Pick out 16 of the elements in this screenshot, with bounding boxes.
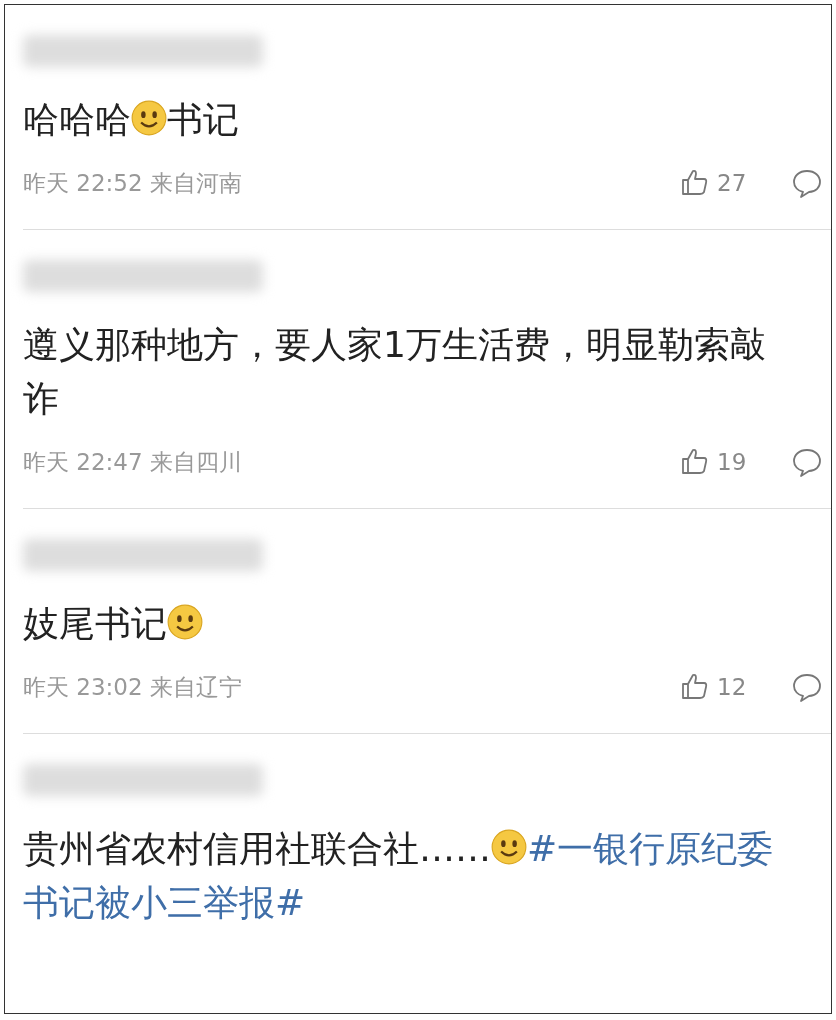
comment-text: 贵州省农村信用社联合社…… #一银行原纪委书记被小三举报# (23, 827, 775, 925)
like-count: 19 (717, 449, 747, 475)
comment-icon[interactable] (791, 167, 823, 199)
emoji-icon (131, 100, 167, 136)
comment-time: 昨天 23:02 来自辽宁 (23, 672, 243, 702)
comment-text: 妓尾书记 (23, 597, 831, 651)
comment-icon[interactable] (791, 671, 823, 703)
like-count: 27 (717, 170, 747, 196)
comment-text: 遵义那种地方，要人家1万生活费，明显勒索敲诈 (23, 323, 767, 421)
like-count: 12 (717, 674, 747, 700)
comment-icon[interactable] (791, 446, 823, 478)
comment-time: 昨天 22:52 来自河南 (23, 168, 243, 198)
comment-time: 昨天 22:47 来自四川 (23, 447, 243, 477)
emoji-icon (491, 829, 527, 865)
emoji-icon (167, 604, 203, 640)
comment-text: 哈哈哈 书记 (23, 98, 240, 142)
